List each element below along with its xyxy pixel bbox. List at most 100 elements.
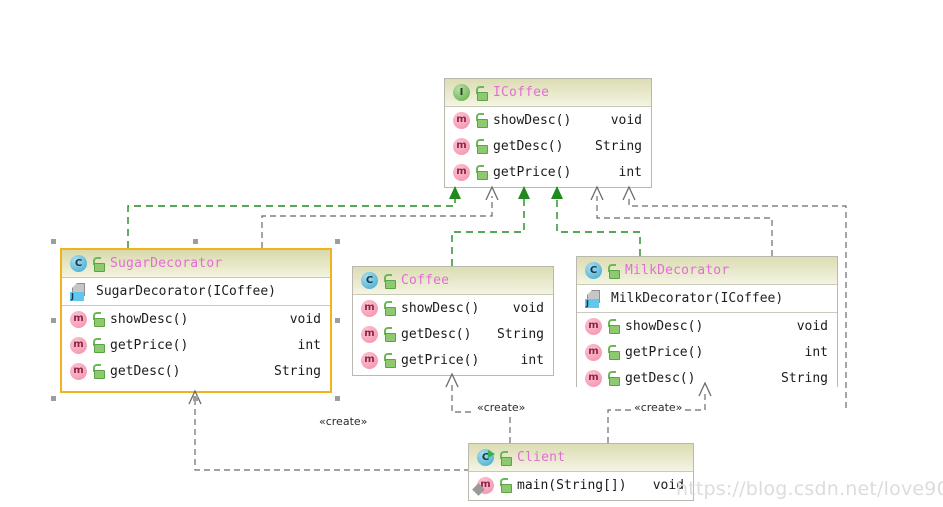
class-icon: C — [585, 262, 602, 279]
selection-handle-se[interactable] — [335, 396, 340, 401]
method-icon: m — [585, 317, 602, 335]
member-type: String — [497, 326, 544, 342]
member-row[interactable]: m getPrice() int — [353, 347, 553, 373]
unlocked-public-icon — [383, 301, 396, 316]
unlocked-public-icon — [607, 263, 620, 279]
unlocked-public-icon — [383, 353, 396, 368]
member-name: getPrice() — [110, 337, 189, 353]
member-type: int — [520, 352, 544, 368]
realization-sugar-to-icoffee — [127, 196, 456, 248]
dependency-client-to-sugar — [194, 400, 470, 471]
class-name-sugar-decorator: SugarDecorator — [110, 256, 223, 271]
member-row[interactable]: m getDesc() String — [353, 321, 553, 347]
method-icon: m — [70, 362, 87, 380]
class-box-milk-decorator[interactable]: C MilkDecorator J MilkDecorator(ICoffee)… — [576, 256, 838, 391]
selection-handle-s[interactable] — [193, 396, 198, 401]
class-runnable-icon: C — [477, 449, 495, 466]
member-type: String — [274, 363, 321, 379]
java-constructor-icon: J — [585, 289, 602, 308]
method-icon: m — [585, 369, 602, 387]
member-name: getDesc() — [110, 363, 181, 379]
selection-handle-sw[interactable] — [51, 396, 56, 401]
member-name: showDesc() — [110, 311, 189, 327]
class-header-icoffee: I ICoffee — [445, 79, 651, 107]
member-name: getDesc() — [625, 370, 696, 386]
member-name: showDesc() — [401, 300, 480, 316]
class-icon: C — [361, 272, 378, 289]
class-box-sugar-decorator[interactable]: C SugarDecorator J SugarDecorator(ICoffe… — [60, 248, 332, 393]
class-box-client[interactable]: C Client m main(String[]) void — [468, 443, 694, 501]
member-row[interactable]: m getDesc() String — [445, 133, 651, 159]
java-constructor-icon: J — [70, 282, 87, 301]
unlocked-public-icon — [607, 371, 620, 386]
unlocked-public-icon — [92, 364, 105, 379]
create-label-coffee: «create» — [475, 401, 528, 414]
unlocked-public-icon — [607, 319, 620, 334]
method-icon: m — [453, 111, 470, 129]
member-name: getPrice() — [625, 344, 704, 360]
member-name: getDesc() — [401, 326, 472, 342]
unlocked-public-icon — [92, 256, 105, 272]
method-icon: m — [361, 351, 378, 369]
selection-handle-nw[interactable] — [51, 239, 56, 244]
member-row[interactable]: m getDesc() String — [577, 365, 837, 391]
unlocked-public-icon — [475, 85, 488, 101]
class-icon: C — [70, 255, 87, 272]
class-header-client: C Client — [469, 444, 693, 472]
uml-diagram-canvas: «create» «create» «create» I ICoffee m s… — [0, 0, 943, 507]
method-icon: m — [70, 310, 87, 328]
class-name-client: Client — [517, 450, 566, 465]
class-header-milk-decorator: C MilkDecorator — [577, 257, 837, 285]
unlocked-public-icon — [607, 345, 620, 360]
member-row[interactable]: m showDesc() void — [62, 306, 330, 332]
dependency-milk-to-icoffee — [596, 196, 773, 256]
member-row[interactable]: m getPrice() int — [445, 159, 651, 185]
member-row[interactable]: m getDesc() String — [62, 358, 330, 384]
selection-handle-n[interactable] — [193, 239, 198, 244]
selection-handle-w[interactable] — [51, 318, 56, 323]
member-type: String — [595, 138, 642, 154]
member-row[interactable]: m getPrice() int — [62, 332, 330, 358]
unlocked-public-icon — [92, 312, 105, 327]
member-row[interactable]: m showDesc() void — [353, 295, 553, 321]
unlocked-public-icon — [475, 139, 488, 154]
realization-coffee-to-icoffee — [451, 196, 525, 266]
class-name-coffee: Coffee — [401, 273, 450, 288]
member-name: showDesc() — [625, 318, 704, 334]
class-name-icoffee: ICoffee — [493, 85, 550, 100]
unlocked-public-icon — [475, 113, 488, 128]
method-runnable-icon: m — [472, 476, 494, 496]
member-type: void — [796, 318, 828, 334]
member-name: showDesc() — [493, 112, 572, 128]
class-box-icoffee[interactable]: I ICoffee m showDesc() void m getDesc() … — [444, 78, 652, 188]
member-name: main(String[]) — [517, 477, 627, 493]
selection-handle-ne[interactable] — [335, 239, 340, 244]
method-icon: m — [70, 336, 87, 354]
realization-milk-to-icoffee — [556, 196, 641, 256]
class-box-coffee[interactable]: C Coffee m showDesc() void m getDesc() S… — [352, 266, 554, 376]
class-name-milk-decorator: MilkDecorator — [625, 263, 730, 278]
watermark-text: https://blog.csdn.net/love905661433 — [676, 478, 943, 500]
member-row[interactable]: m showDesc() void — [445, 107, 651, 133]
method-icon: m — [453, 137, 470, 155]
member-row[interactable]: m showDesc() void — [577, 313, 837, 339]
selection-handle-e[interactable] — [335, 318, 340, 323]
unlocked-public-icon — [92, 338, 105, 353]
unlocked-public-icon — [499, 478, 512, 493]
member-name: getDesc() — [493, 138, 564, 154]
constructor-row[interactable]: J MilkDecorator(ICoffee) — [577, 285, 837, 313]
member-type: void — [610, 112, 642, 128]
method-icon: m — [453, 163, 470, 181]
member-type: int — [297, 337, 321, 353]
constructor-name: MilkDecorator(ICoffee) — [611, 291, 784, 306]
create-label-milk: «create» — [632, 401, 685, 414]
constructor-row[interactable]: J SugarDecorator(ICoffee) — [62, 278, 330, 306]
member-row[interactable]: m getPrice() int — [577, 339, 837, 365]
dependency-sugar-to-icoffee — [261, 196, 493, 248]
create-label-sugar: «create» — [317, 415, 370, 428]
method-icon: m — [585, 343, 602, 361]
member-row[interactable]: m main(String[]) void — [469, 472, 693, 498]
interface-icon: I — [453, 84, 470, 101]
method-icon: m — [361, 299, 378, 317]
unlocked-public-icon — [383, 273, 396, 289]
